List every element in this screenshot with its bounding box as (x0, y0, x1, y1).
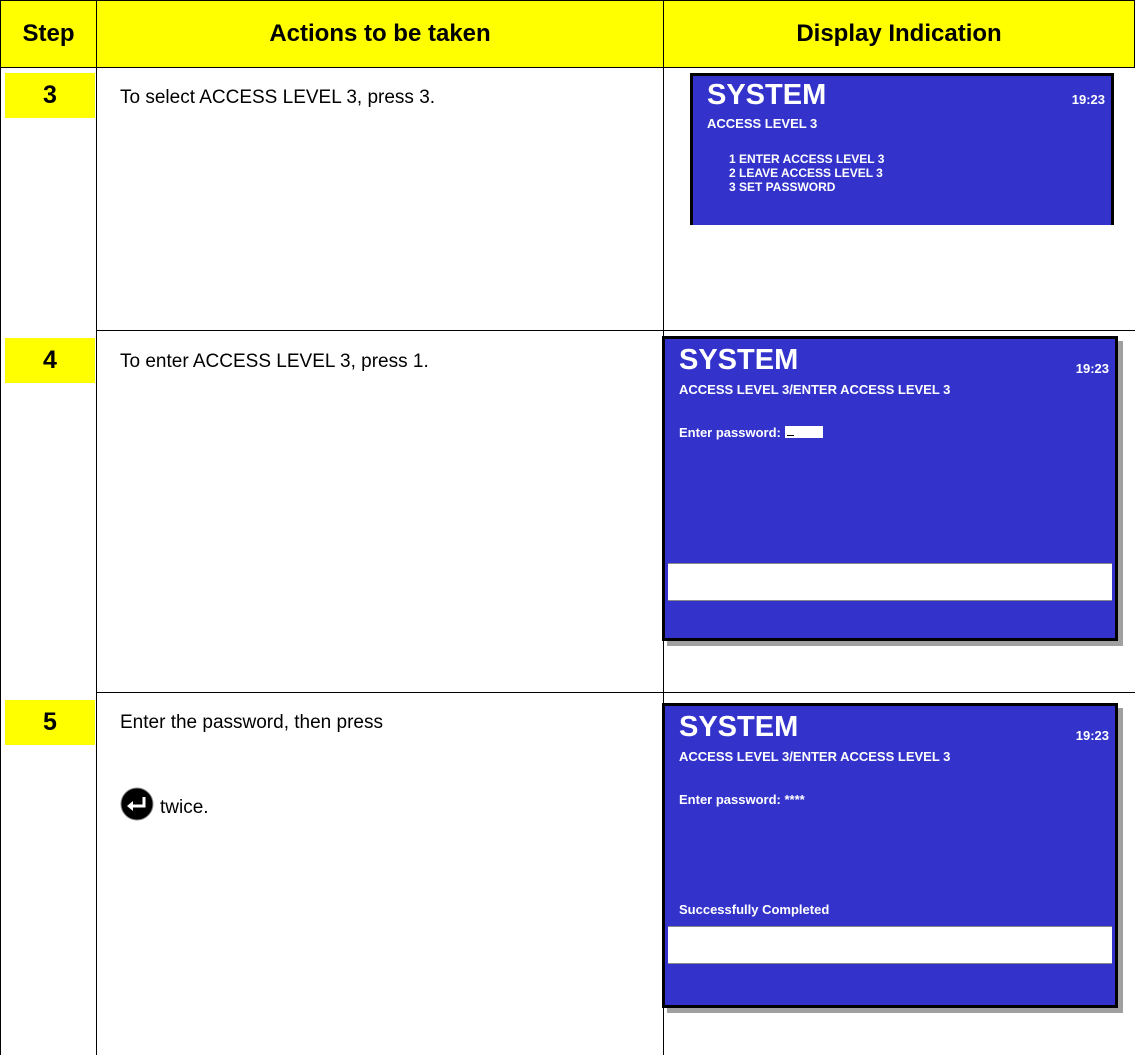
step-number: 3 (5, 73, 95, 118)
status-bar (668, 563, 1112, 601)
display-screen: SYSTEM 19:23 ACCESS LEVEL 3/ENTER ACCESS… (662, 336, 1118, 641)
header-actions: Actions to be taken (96, 0, 664, 68)
screen-subtitle: ACCESS LEVEL 3/ENTER ACCESS LEVEL 3 (679, 749, 951, 764)
password-prompt: Enter password: **** (679, 792, 805, 807)
step-number: 5 (5, 700, 95, 745)
password-input[interactable] (784, 426, 823, 438)
action-text: twice. (160, 797, 209, 818)
step-number: 4 (5, 338, 95, 383)
screen-time: 19:23 (1075, 361, 1109, 376)
column-divider (0, 67, 1, 1055)
screen-title: SYSTEM (707, 79, 827, 111)
menu-item: 2 LEAVE ACCESS LEVEL 3 (729, 166, 883, 180)
header-display: Display Indication (663, 0, 1135, 68)
screen-menu: 1 ENTER ACCESS LEVEL 3 2 LEAVE ACCESS LE… (729, 152, 884, 194)
enter-key-icon (120, 787, 154, 821)
status-bar (668, 926, 1112, 964)
row-divider (96, 330, 1135, 331)
menu-item: 1 ENTER ACCESS LEVEL 3 (729, 152, 885, 166)
screen-time: 19:23 (1071, 92, 1105, 107)
password-label: Enter password: (679, 425, 781, 440)
action-text: Enter the password, then press (120, 712, 383, 733)
screen-title: SYSTEM (679, 711, 799, 743)
menu-item: 3 SET PASSWORD (729, 180, 836, 194)
action-text: To select ACCESS LEVEL 3, press 3. (120, 87, 436, 108)
row-divider (96, 692, 1135, 693)
screen-title: SYSTEM (679, 344, 799, 376)
display-screen: SYSTEM 19:23 ACCESS LEVEL 3 1 ENTER ACCE… (690, 73, 1114, 225)
screen-subtitle: ACCESS LEVEL 3/ENTER ACCESS LEVEL 3 (679, 382, 951, 397)
status-message: Successfully Completed (679, 902, 830, 917)
password-prompt: Enter password: (679, 425, 823, 440)
screen-time: 19:23 (1075, 728, 1109, 743)
column-divider (96, 67, 97, 1055)
screen-subtitle: ACCESS LEVEL 3 (707, 116, 818, 131)
header-step: Step (0, 0, 97, 68)
display-screen: SYSTEM 19:23 ACCESS LEVEL 3/ENTER ACCESS… (662, 703, 1118, 1008)
action-text: To enter ACCESS LEVEL 3, press 1. (120, 351, 429, 372)
